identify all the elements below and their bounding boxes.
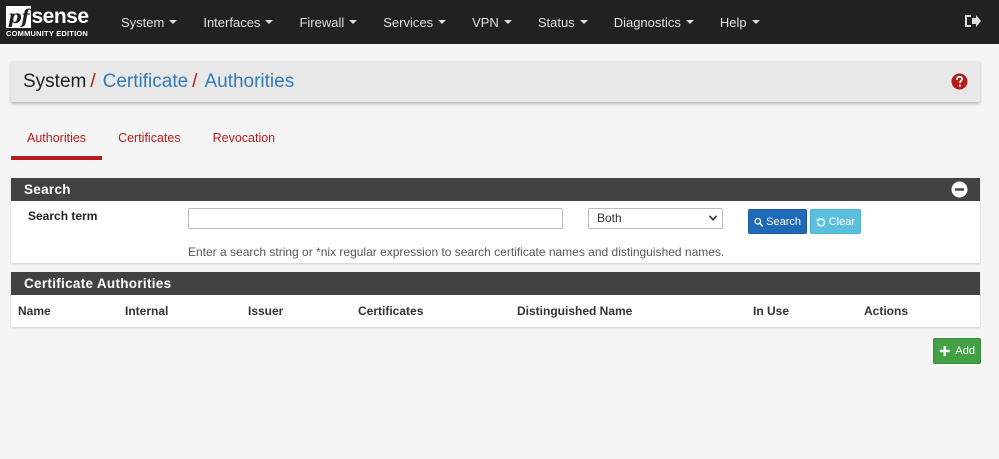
add-button[interactable]: Add: [933, 338, 981, 364]
brand-edition: COMMUNITY EDITION: [6, 29, 89, 38]
caret-down-icon: [438, 20, 447, 24]
column-header-issuer[interactable]: Issuer: [248, 304, 283, 318]
tab-authorities[interactable]: Authorities: [11, 124, 103, 160]
search-scope-select[interactable]: Both: [588, 208, 723, 229]
search-panel-heading: Search: [11, 178, 980, 201]
tab-certificates[interactable]: Certificates: [102, 124, 197, 160]
logout-icon[interactable]: [963, 12, 981, 30]
clear-button[interactable]: Clear: [810, 209, 861, 234]
search-icon: [754, 217, 764, 227]
plus-icon: [939, 346, 950, 356]
menu-firewall[interactable]: Firewall: [286, 0, 370, 44]
search-term-label: Search term: [28, 209, 98, 223]
breadcrumb-authorities[interactable]: Authorities: [204, 71, 294, 93]
main-menu: System Interfaces Firewall Services VPN …: [108, 0, 773, 44]
menu-diagnostics[interactable]: Diagnostics: [601, 0, 707, 44]
menu-status[interactable]: Status: [525, 0, 601, 44]
chevron-down-icon: [709, 215, 717, 221]
breadcrumb-separator: /: [192, 70, 198, 92]
caret-down-icon: [503, 20, 512, 24]
brand-pf: pf: [6, 6, 32, 28]
caret-down-icon: [685, 20, 694, 24]
column-header-in-use[interactable]: In Use: [753, 304, 789, 318]
question-circle-icon[interactable]: [951, 73, 968, 90]
breadcrumb-system: System: [23, 70, 87, 92]
search-scope-value: Both: [597, 211, 622, 225]
menu-services[interactable]: Services: [370, 0, 459, 44]
column-header-actions: Actions: [864, 304, 909, 318]
caret-down-icon: [265, 20, 274, 24]
caret-down-icon: [169, 20, 178, 24]
minus-circle-icon[interactable]: [951, 181, 968, 198]
search-input[interactable]: [188, 208, 563, 229]
menu-system[interactable]: System: [108, 0, 190, 44]
breadcrumb: System / Certificate / Authorities: [11, 61, 980, 102]
caret-down-icon: [751, 20, 760, 24]
search-help-text: Enter a search string or *nix regular ex…: [188, 245, 725, 259]
menu-vpn[interactable]: VPN: [459, 0, 525, 44]
search-panel: Search Search term Both Search Clear Ent…: [11, 178, 980, 263]
caret-down-icon: [579, 20, 588, 24]
undo-icon: [816, 217, 826, 226]
ca-panel-heading: Certificate Authorities: [11, 272, 980, 295]
brand-sense: sense: [31, 5, 89, 28]
navbar: pf sense COMMUNITY EDITION System Interf…: [0, 0, 999, 44]
menu-help[interactable]: Help: [707, 0, 773, 44]
tab-bar: Authorities Certificates Revocation: [11, 124, 291, 160]
menu-interfaces[interactable]: Interfaces: [190, 0, 286, 44]
column-header-internal[interactable]: Internal: [125, 304, 168, 318]
certificate-authorities-panel: Certificate Authorities Name Internal Is…: [11, 272, 980, 327]
caret-down-icon: [349, 20, 358, 24]
breadcrumb-certificate[interactable]: Certificate: [103, 71, 189, 93]
brand-wordmark: pf sense: [6, 4, 98, 28]
breadcrumb-separator: /: [90, 70, 96, 92]
search-button[interactable]: Search: [748, 209, 807, 234]
column-header-distinguished-name[interactable]: Distinguished Name: [517, 304, 632, 318]
search-panel-title: Search: [24, 182, 71, 197]
pfsense-logo[interactable]: pf sense COMMUNITY EDITION: [6, 4, 98, 40]
ca-panel-title: Certificate Authorities: [24, 276, 172, 291]
tab-revocation[interactable]: Revocation: [197, 124, 292, 160]
column-header-certificates[interactable]: Certificates: [358, 304, 423, 318]
column-header-name[interactable]: Name: [18, 304, 51, 318]
